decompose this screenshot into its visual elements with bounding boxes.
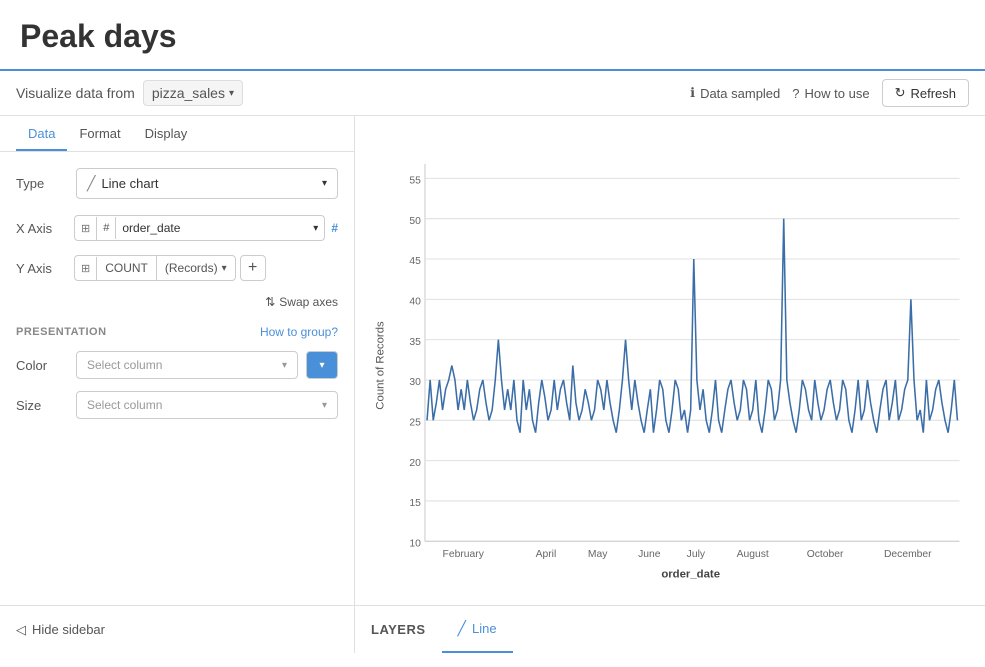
line-chart: Count of Records 10 15 20 25 30 35 40 <box>365 126 975 605</box>
datasource-select[interactable]: pizza_sales ▾ <box>143 80 243 106</box>
swap-axes-label: Swap axes <box>279 295 338 309</box>
layers-label: LAYERS <box>371 622 426 637</box>
svg-text:February: February <box>443 549 485 560</box>
data-sampled-label: Data sampled <box>700 86 780 101</box>
presentation-header: PRESENTATION How to group? <box>16 325 338 339</box>
calendar-icon: ⊞ <box>75 217 97 240</box>
svg-text:July: July <box>687 549 706 560</box>
svg-text:50: 50 <box>409 216 421 227</box>
count-select[interactable]: ⊞ COUNT (Records) ▾ <box>74 255 236 281</box>
x-axis-field: order_date ▾ <box>116 216 324 240</box>
type-value: Line chart <box>101 176 316 191</box>
chevron-down-icon: ▾ <box>322 400 327 411</box>
presentation-title: PRESENTATION <box>16 326 107 338</box>
how-to-use-label: How to use <box>805 86 870 101</box>
top-bar: Visualize data from pizza_sales ▾ ℹ Data… <box>0 71 985 116</box>
line-tab[interactable]: ╱ Line <box>442 606 513 653</box>
chevron-down-icon: ▾ <box>282 360 287 371</box>
page-title: Peak days <box>0 0 985 71</box>
svg-text:June: June <box>638 549 661 560</box>
sidebar-toggle-icon: ◁ <box>16 622 26 638</box>
line-chart-icon: ╱ <box>87 175 95 192</box>
svg-text:April: April <box>536 549 557 560</box>
tab-display[interactable]: Display <box>133 116 200 151</box>
chart-area: Count of Records 10 15 20 25 30 35 40 <box>355 116 985 605</box>
svg-text:40: 40 <box>409 297 421 308</box>
color-select[interactable]: Select column ▾ <box>76 351 298 379</box>
bottom-bar: ◁ Hide sidebar LAYERS ╱ Line <box>0 605 985 653</box>
swap-icon: ⇅ <box>265 295 275 309</box>
svg-text:December: December <box>884 549 932 560</box>
svg-text:55: 55 <box>409 176 421 187</box>
svg-text:15: 15 <box>409 498 421 509</box>
svg-text:10: 10 <box>409 538 421 549</box>
add-y-axis-button[interactable]: + <box>240 255 266 281</box>
y-axis-label: Y Axis <box>16 261 68 276</box>
how-to-use-button[interactable]: ? How to use <box>792 86 869 101</box>
color-placeholder: Select column <box>87 358 162 372</box>
az-badge[interactable]: # <box>331 221 338 235</box>
question-icon: ? <box>792 86 799 101</box>
sidebar: Data Format Display Type ╱ Line chart ▾ … <box>0 116 355 605</box>
swap-row: ⇅ Swap axes <box>16 295 338 309</box>
top-bar-left: Visualize data from pizza_sales ▾ <box>16 80 243 106</box>
type-select[interactable]: ╱ Line chart ▾ <box>76 168 338 199</box>
data-sampled-button[interactable]: ℹ Data sampled <box>690 85 780 101</box>
chevron-down-icon: ▾ <box>322 178 327 189</box>
svg-text:35: 35 <box>409 337 421 348</box>
y-axis-control: ⊞ COUNT (Records) ▾ + <box>74 255 338 281</box>
records-field[interactable]: (Records) ▾ <box>157 256 235 280</box>
svg-text:25: 25 <box>409 417 421 428</box>
x-axis-label: X Axis <box>16 221 68 236</box>
size-row: Size Select column ▾ <box>16 391 338 419</box>
size-select[interactable]: Select column ▾ <box>76 391 338 419</box>
refresh-button[interactable]: ↻ Refresh <box>882 79 969 107</box>
x-axis-control[interactable]: ⊞ # order_date ▾ <box>74 215 325 241</box>
swap-axes-button[interactable]: ⇅ Swap axes <box>265 295 338 309</box>
main-content: Data Format Display Type ╱ Line chart ▾ … <box>0 116 985 605</box>
grid-icon: ⊞ <box>75 257 97 280</box>
svg-text:45: 45 <box>409 256 421 267</box>
sidebar-body: Type ╱ Line chart ▾ X Axis ⊞ # order_dat… <box>0 152 354 605</box>
svg-text:Count of Records: Count of Records <box>375 321 387 410</box>
chevron-down-icon: ▾ <box>229 88 234 99</box>
tab-data[interactable]: Data <box>16 116 67 151</box>
svg-text:30: 30 <box>409 377 421 388</box>
svg-text:May: May <box>588 549 608 560</box>
tab-format[interactable]: Format <box>67 116 132 151</box>
color-label: Color <box>16 358 68 373</box>
hide-sidebar-label: Hide sidebar <box>32 622 105 637</box>
datasource-value: pizza_sales <box>152 85 225 101</box>
svg-text:20: 20 <box>409 458 421 469</box>
top-bar-right: ℹ Data sampled ? How to use ↻ Refresh <box>690 79 969 107</box>
color-swatch[interactable]: ▾ <box>306 351 338 379</box>
info-icon: ℹ <box>690 85 695 101</box>
y-axis-row: Y Axis ⊞ COUNT (Records) ▾ + <box>16 255 338 281</box>
svg-text:order_date: order_date <box>661 568 720 580</box>
how-to-group-link[interactable]: How to group? <box>260 325 338 339</box>
x-axis-type-badge[interactable]: # <box>97 217 116 239</box>
svg-text:October: October <box>807 549 844 560</box>
size-label: Size <box>16 398 68 413</box>
color-row: Color Select column ▾ ▾ <box>16 351 338 379</box>
refresh-icon: ↻ <box>895 85 906 101</box>
type-row: Type ╱ Line chart ▾ <box>16 168 338 199</box>
visualize-label: Visualize data from <box>16 85 135 101</box>
chevron-down-icon: ▾ <box>313 223 318 234</box>
x-axis-row: X Axis ⊞ # order_date ▾ # <box>16 215 338 241</box>
line-chart-icon: ╱ <box>458 620 466 637</box>
type-label: Type <box>16 176 68 191</box>
chevron-down-icon: ▾ <box>222 263 227 274</box>
count-badge: COUNT <box>97 256 157 280</box>
svg-text:August: August <box>737 549 769 560</box>
size-placeholder: Select column <box>87 398 162 412</box>
layers-tab[interactable]: LAYERS <box>355 606 442 653</box>
sidebar-tabs: Data Format Display <box>0 116 354 152</box>
chart-container: Count of Records 10 15 20 25 30 35 40 <box>365 126 975 605</box>
chevron-down-icon: ▾ <box>319 360 324 371</box>
line-tab-label: Line <box>472 621 497 636</box>
refresh-label: Refresh <box>910 86 956 101</box>
hide-sidebar-button[interactable]: ◁ Hide sidebar <box>0 606 355 653</box>
